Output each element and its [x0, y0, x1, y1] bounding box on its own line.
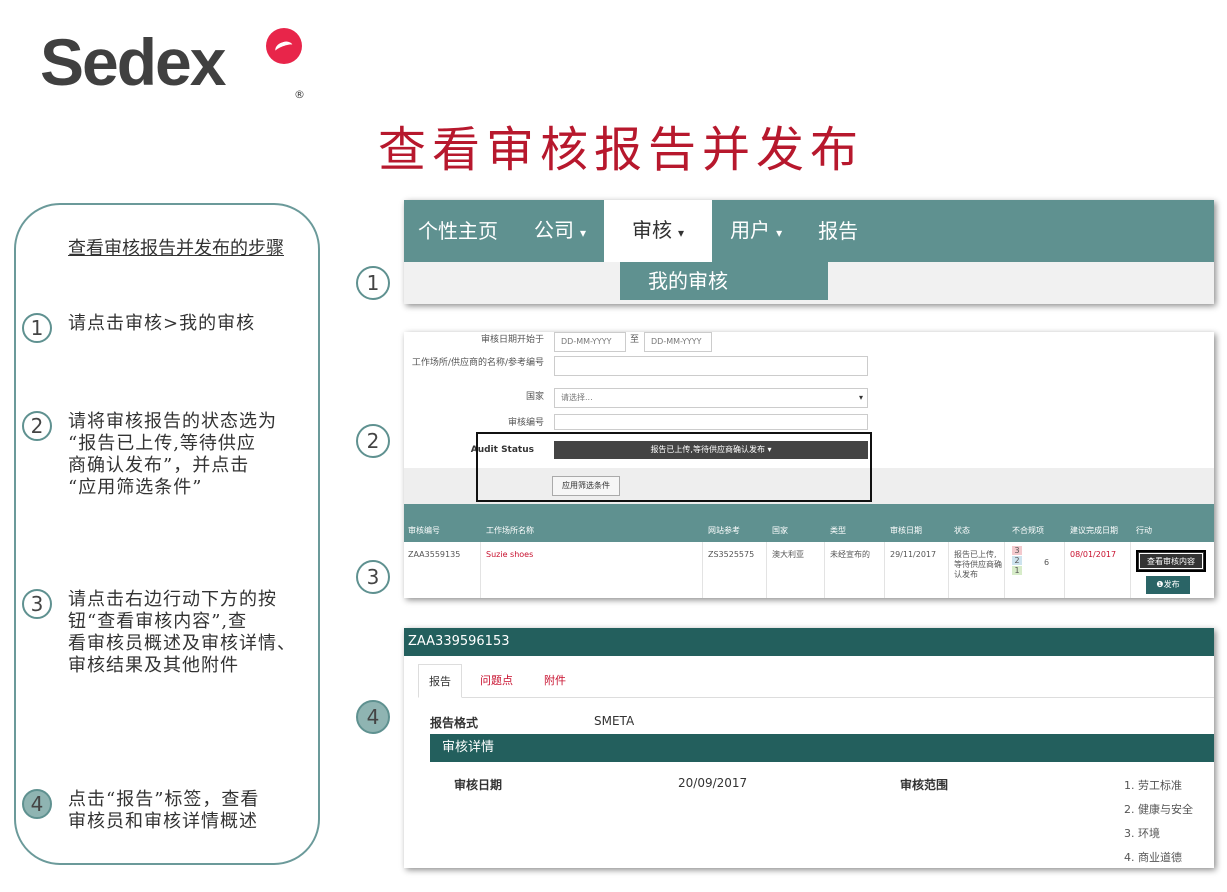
chevron-down-icon: ▾	[776, 225, 783, 240]
highlight-box	[476, 432, 872, 502]
step-badge-4: 4	[356, 700, 390, 734]
date-to-label: 至	[630, 335, 640, 345]
logo-mark-icon	[266, 28, 302, 64]
nav-screenshot: 个性主页 公司 ▾ 审核 ▾ 用户 ▾ 报告 我的审核	[404, 200, 1214, 304]
column-header: 类型	[830, 526, 846, 535]
column-header: 行动	[1136, 526, 1152, 535]
logo-text: Sedex	[40, 25, 226, 99]
nc-critical: 3	[1012, 546, 1022, 555]
tab-report[interactable]: 报告	[418, 664, 462, 698]
chevron-down-icon: ▾	[678, 225, 685, 240]
site-input[interactable]	[554, 356, 868, 376]
step-text: 请点击右边行动下方的按 钮“查看审核内容”,查 看审核员概述及审核详情、 审核结…	[68, 589, 296, 676]
nav-users[interactable]: 用户 ▾	[712, 200, 800, 264]
column-header: 审核编号	[408, 526, 440, 535]
step-text: 点击“报告”标签，查看 审核员和审核详情概述	[68, 789, 260, 832]
sedex-logo: Sedex ®	[40, 22, 305, 102]
nav-home[interactable]: 个性主页	[404, 200, 516, 262]
main-nav: 个性主页 公司 ▾ 审核 ▾ 用户 ▾ 报告	[404, 200, 1214, 264]
column-header: 国家	[772, 526, 788, 535]
audit-no-label: 审核编号	[507, 418, 544, 428]
date-label: 审核日期开始于	[480, 335, 544, 345]
table-row: ZAA3559135 Suzie shoes ZS3525575 澳大利亚 未经…	[404, 542, 1214, 598]
chevron-down-icon: ▾	[580, 225, 587, 240]
audit-scope-list: 1. 劳工标准 2. 健康与安全 3. 环境 4. 商业道德	[1124, 774, 1193, 868]
step-number: 3	[22, 589, 52, 619]
report-tabs: 报告 问题点 附件	[418, 664, 1214, 698]
site-link[interactable]: Suzie shoes	[486, 550, 533, 560]
date-from-input[interactable]: DD-MM-YYYY	[554, 332, 626, 352]
step-text: 请点击审核>我的审核	[68, 313, 256, 334]
cell-status: 报告已上传,等待供应商确认发布	[954, 550, 1002, 579]
country-select[interactable]: 请选择...	[554, 388, 868, 408]
audit-date-label: 审核日期	[454, 778, 503, 792]
step-2: 2 请将审核报告的状态选为 “报告已上传,等待供应 商确认发布”，并点击 “应用…	[22, 411, 322, 499]
column-header: 审核日期	[890, 526, 922, 535]
audit-details-header: 审核详情	[430, 734, 1214, 762]
list-item: 1. 劳工标准	[1124, 779, 1182, 792]
nav-audit[interactable]: 审核 ▾	[604, 200, 713, 264]
column-header: 状态	[954, 526, 970, 535]
submenu-my-audits[interactable]: 我的审核	[620, 262, 828, 300]
nav-reports[interactable]: 报告	[800, 200, 876, 262]
step-badge-1: 1	[356, 266, 390, 300]
logo-registered: ®	[294, 88, 305, 101]
cell-due-date: 08/01/2017	[1070, 550, 1117, 559]
step-number: 4	[22, 789, 52, 819]
column-header: 建议完成日期	[1070, 526, 1118, 535]
instructions-title: 查看审核报告并发布的步骤	[68, 238, 284, 259]
step-badge-2: 2	[356, 424, 390, 458]
report-format-value: SMETA	[594, 714, 635, 728]
audit-no-input[interactable]	[554, 414, 868, 430]
cell-date: 29/11/2017	[890, 550, 937, 559]
column-header: 不合规项	[1012, 526, 1044, 535]
site-label: 工作场所/供应商的名称/参考编号	[411, 358, 544, 368]
date-to-input[interactable]: DD-MM-YYYY	[644, 332, 712, 352]
step-number: 2	[22, 411, 52, 441]
column-header: 工作场所名称	[486, 526, 534, 535]
audit-scope-label: 审核范围	[900, 778, 949, 792]
instructions-panel: 查看审核报告并发布的步骤 1 请点击审核>我的审核 2 请将审核报告的状态选为 …	[14, 203, 320, 865]
audit-list-screenshot: 审核日期开始于 DD-MM-YYYY 至 DD-MM-YYYY 工作场所/供应商…	[404, 332, 1214, 598]
report-screenshot: ZAA339596153 报告 问题点 附件 报告格式 SMETA 审核详情 审…	[404, 628, 1214, 868]
view-audit-button[interactable]: 查看审核内容	[1136, 550, 1206, 572]
cell-ref: ZS3525575	[708, 550, 755, 559]
cell-country: 澳大利亚	[772, 550, 804, 559]
publish-button[interactable]: ❶发布	[1146, 576, 1190, 594]
step-number: 1	[22, 313, 52, 343]
nc-minor: 1	[1012, 566, 1022, 575]
report-format-label: 报告格式	[430, 716, 479, 730]
tab-attachments[interactable]: 附件	[534, 664, 576, 698]
step-badge-3: 3	[356, 560, 390, 594]
list-item: 3. 环境	[1124, 827, 1160, 840]
nc-total: 6	[1044, 558, 1050, 567]
list-item: 2. 健康与安全	[1124, 803, 1193, 816]
column-header: 网站参考	[708, 526, 740, 535]
nav-submenu-bar: 我的审核	[404, 262, 1214, 304]
step-1: 1 请点击审核>我的审核	[22, 313, 322, 343]
page-title: 查看审核报告并发布	[378, 122, 865, 178]
nav-company[interactable]: 公司 ▾	[516, 200, 604, 264]
step-3: 3 请点击右边行动下方的按 钮“查看审核内容”,查 看审核员概述及审核详情、 审…	[22, 589, 322, 677]
step-text: 请将审核报告的状态选为 “报告已上传,等待供应 商确认发布”，并点击 “应用筛选…	[68, 411, 277, 498]
list-item: 4. 商业道德	[1124, 851, 1182, 864]
table-header: 审核编号 工作场所名称 网站参考 国家 类型 审核日期 状态 不合规项 建议完成…	[404, 504, 1214, 542]
nc-major: 2	[1012, 556, 1022, 565]
step-4: 4 点击“报告”标签，查看 审核员和审核详情概述	[22, 789, 322, 833]
report-id: ZAA339596153	[404, 628, 1214, 656]
tab-issues[interactable]: 问题点	[470, 664, 523, 698]
audit-date-value: 20/09/2017	[678, 776, 748, 790]
cell-audit-no: ZAA3559135	[408, 550, 461, 559]
cell-type: 未经宣布的	[830, 550, 870, 559]
country-label: 国家	[525, 392, 544, 402]
